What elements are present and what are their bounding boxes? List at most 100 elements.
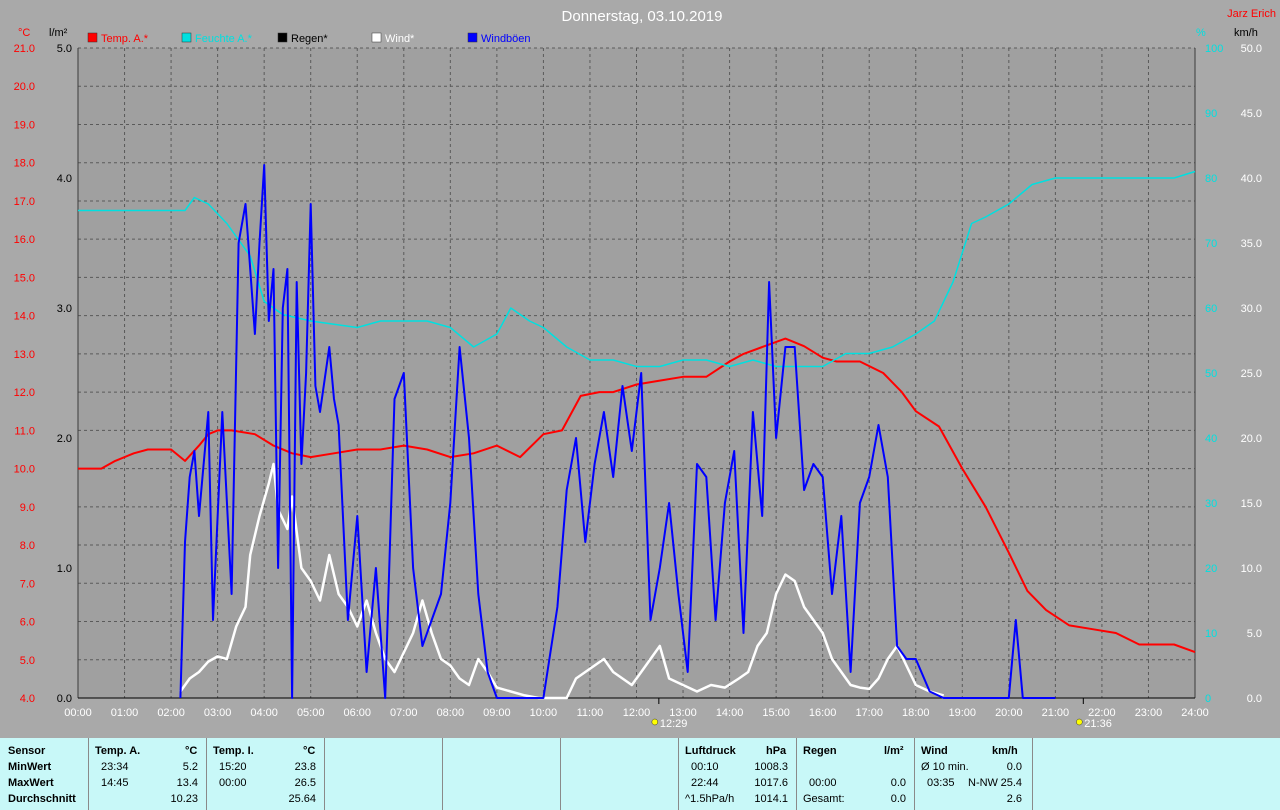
pressure-tick-label: 60 xyxy=(1205,303,1217,315)
pressure-tick-label: 80 xyxy=(1205,173,1217,185)
temp-tick-label: 12.0 xyxy=(14,387,35,399)
temp-i-avg-value: 25.64 xyxy=(288,793,316,805)
x-tick-label: 16:00 xyxy=(809,707,837,719)
pressure-title: Luftdruck xyxy=(685,745,736,757)
rain-title: Regen xyxy=(803,745,837,757)
unit-pressure-label: % xyxy=(1196,27,1206,39)
rain-unit: l/m² xyxy=(884,745,904,757)
temp-tick-label: 18.0 xyxy=(14,158,35,170)
x-tick-label: 24:00 xyxy=(1181,707,1209,719)
legend-swatch xyxy=(87,32,98,43)
marker-label: 12:29 xyxy=(660,718,688,730)
rain-tick-label: 4.0 xyxy=(57,173,72,185)
chart-title: Donnerstag, 03.10.2019 xyxy=(562,8,723,25)
summary-panel: Sensor MinWert MaxWert Durchschnitt Temp… xyxy=(0,738,1280,810)
temp-a-title: Temp. A. xyxy=(95,745,141,757)
temp-a-min-value: 5.2 xyxy=(182,761,198,773)
wind-tick-label: 30.0 xyxy=(1241,303,1262,315)
pressure-tick-label: 100 xyxy=(1205,43,1223,55)
temp-tick-label: 9.0 xyxy=(20,502,35,514)
x-tick-label: 03:00 xyxy=(204,707,232,719)
temp-tick-label: 14.0 xyxy=(14,311,35,323)
x-tick-label: 15:00 xyxy=(762,707,790,719)
temp-i-max-value: 26.5 xyxy=(294,777,316,789)
x-tick-label: 20:00 xyxy=(995,707,1023,719)
temp-tick-label: 7.0 xyxy=(20,578,35,590)
temp-tick-label: 6.0 xyxy=(20,617,35,629)
x-tick-label: 02:00 xyxy=(157,707,185,719)
pressure-tick-label: 70 xyxy=(1205,238,1217,250)
legend-label: Wind* xyxy=(385,33,415,45)
x-tick-label: 10:00 xyxy=(530,707,558,719)
x-tick-label: 08:00 xyxy=(437,707,465,719)
pressure-tick-label: 40 xyxy=(1205,433,1217,445)
rain-max-value: 0.0 xyxy=(890,777,906,789)
pressure-max-value: 1017.6 xyxy=(754,777,788,789)
temp-tick-label: 21.0 xyxy=(14,43,35,55)
summary-divider xyxy=(442,738,443,810)
temp-a-avg-value: 10.23 xyxy=(170,793,198,805)
legend-label: Temp. A.* xyxy=(101,33,149,45)
temp-tick-label: 8.0 xyxy=(20,540,35,552)
rain-total-value: 0.0 xyxy=(890,793,906,805)
x-tick-label: 07:00 xyxy=(390,707,418,719)
rain-max-time: 00:00 xyxy=(809,777,837,789)
legend-swatch xyxy=(467,32,478,43)
pressure-tick-label: 20 xyxy=(1205,563,1217,575)
wind-avg-value: 0.0 xyxy=(1006,761,1022,773)
x-tick-label: 06:00 xyxy=(343,707,371,719)
unit-rain-label: l/m² xyxy=(49,27,68,39)
temp-i-unit: °C xyxy=(303,745,316,757)
x-tick-label: 05:00 xyxy=(297,707,325,719)
sun-icon xyxy=(651,718,659,726)
pressure-unit: hPa xyxy=(766,745,787,757)
wind-tick-label: 10.0 xyxy=(1241,563,1262,575)
pressure-min-time: 00:10 xyxy=(691,761,719,773)
wind-tick-label: 25.0 xyxy=(1241,368,1262,380)
summary-divider xyxy=(88,738,89,810)
pressure-tick-label: 10 xyxy=(1205,628,1217,640)
temp-tick-label: 13.0 xyxy=(14,349,35,361)
x-tick-label: 00:00 xyxy=(64,707,92,719)
rain-tick-label: 3.0 xyxy=(57,303,72,315)
rain-tick-label: 1.0 xyxy=(57,563,72,575)
x-tick-label: 04:00 xyxy=(250,707,278,719)
x-tick-label: 09:00 xyxy=(483,707,511,719)
pressure-tick-label: 90 xyxy=(1205,108,1217,120)
temp-a-unit: °C xyxy=(185,745,198,757)
wind-max-value: 25.4 xyxy=(1000,777,1022,789)
sensor-title: Sensor xyxy=(8,745,46,757)
temp-tick-label: 4.0 xyxy=(20,693,35,705)
temp-i-max-time: 00:00 xyxy=(219,777,247,789)
pressure-min-value: 1008.3 xyxy=(754,761,788,773)
temp-tick-label: 20.0 xyxy=(14,81,35,93)
wind-tick-label: 35.0 xyxy=(1241,238,1262,250)
row-min-label: MinWert xyxy=(8,761,52,773)
x-tick-label: 14:00 xyxy=(716,707,744,719)
x-tick-label: 18:00 xyxy=(902,707,930,719)
legend-label: Feuchte A.* xyxy=(195,33,253,45)
weather-chart: 00:00 01:00 02:00 03:00 04:00 05:00 06:00 07:00… xyxy=(14,8,1276,730)
summary-divider xyxy=(324,738,325,810)
wind-tick-label: 45.0 xyxy=(1241,108,1262,120)
x-tick-label: 11:00 xyxy=(577,707,604,719)
x-tick-label: 19:00 xyxy=(949,707,977,719)
wind-tick-label: 50.0 xyxy=(1241,43,1262,55)
x-tick-label: 21:00 xyxy=(1042,707,1070,719)
pressure-tick-label: 30 xyxy=(1205,498,1217,510)
temp-a-max-time: 14:45 xyxy=(101,777,129,789)
legend-label: Regen* xyxy=(291,33,328,45)
temp-tick-label: 19.0 xyxy=(14,119,35,131)
wind-unit: km/h xyxy=(992,745,1018,757)
temp-i-title: Temp. I. xyxy=(213,745,254,757)
temp-i-min-value: 23.8 xyxy=(294,761,316,773)
x-tick-label: 17:00 xyxy=(855,707,883,719)
unit-wind-label: km/h xyxy=(1234,27,1258,39)
wind-tick-label: 15.0 xyxy=(1241,498,1262,510)
rain-tick-label: 2.0 xyxy=(57,433,72,445)
rain-tick-label: 0.0 xyxy=(57,693,72,705)
row-max-label: MaxWert xyxy=(8,777,54,789)
marker-label: 21:36 xyxy=(1084,718,1112,730)
pressure-max-time: 22:44 xyxy=(691,777,719,789)
wind-tick-label: 20.0 xyxy=(1241,433,1262,445)
